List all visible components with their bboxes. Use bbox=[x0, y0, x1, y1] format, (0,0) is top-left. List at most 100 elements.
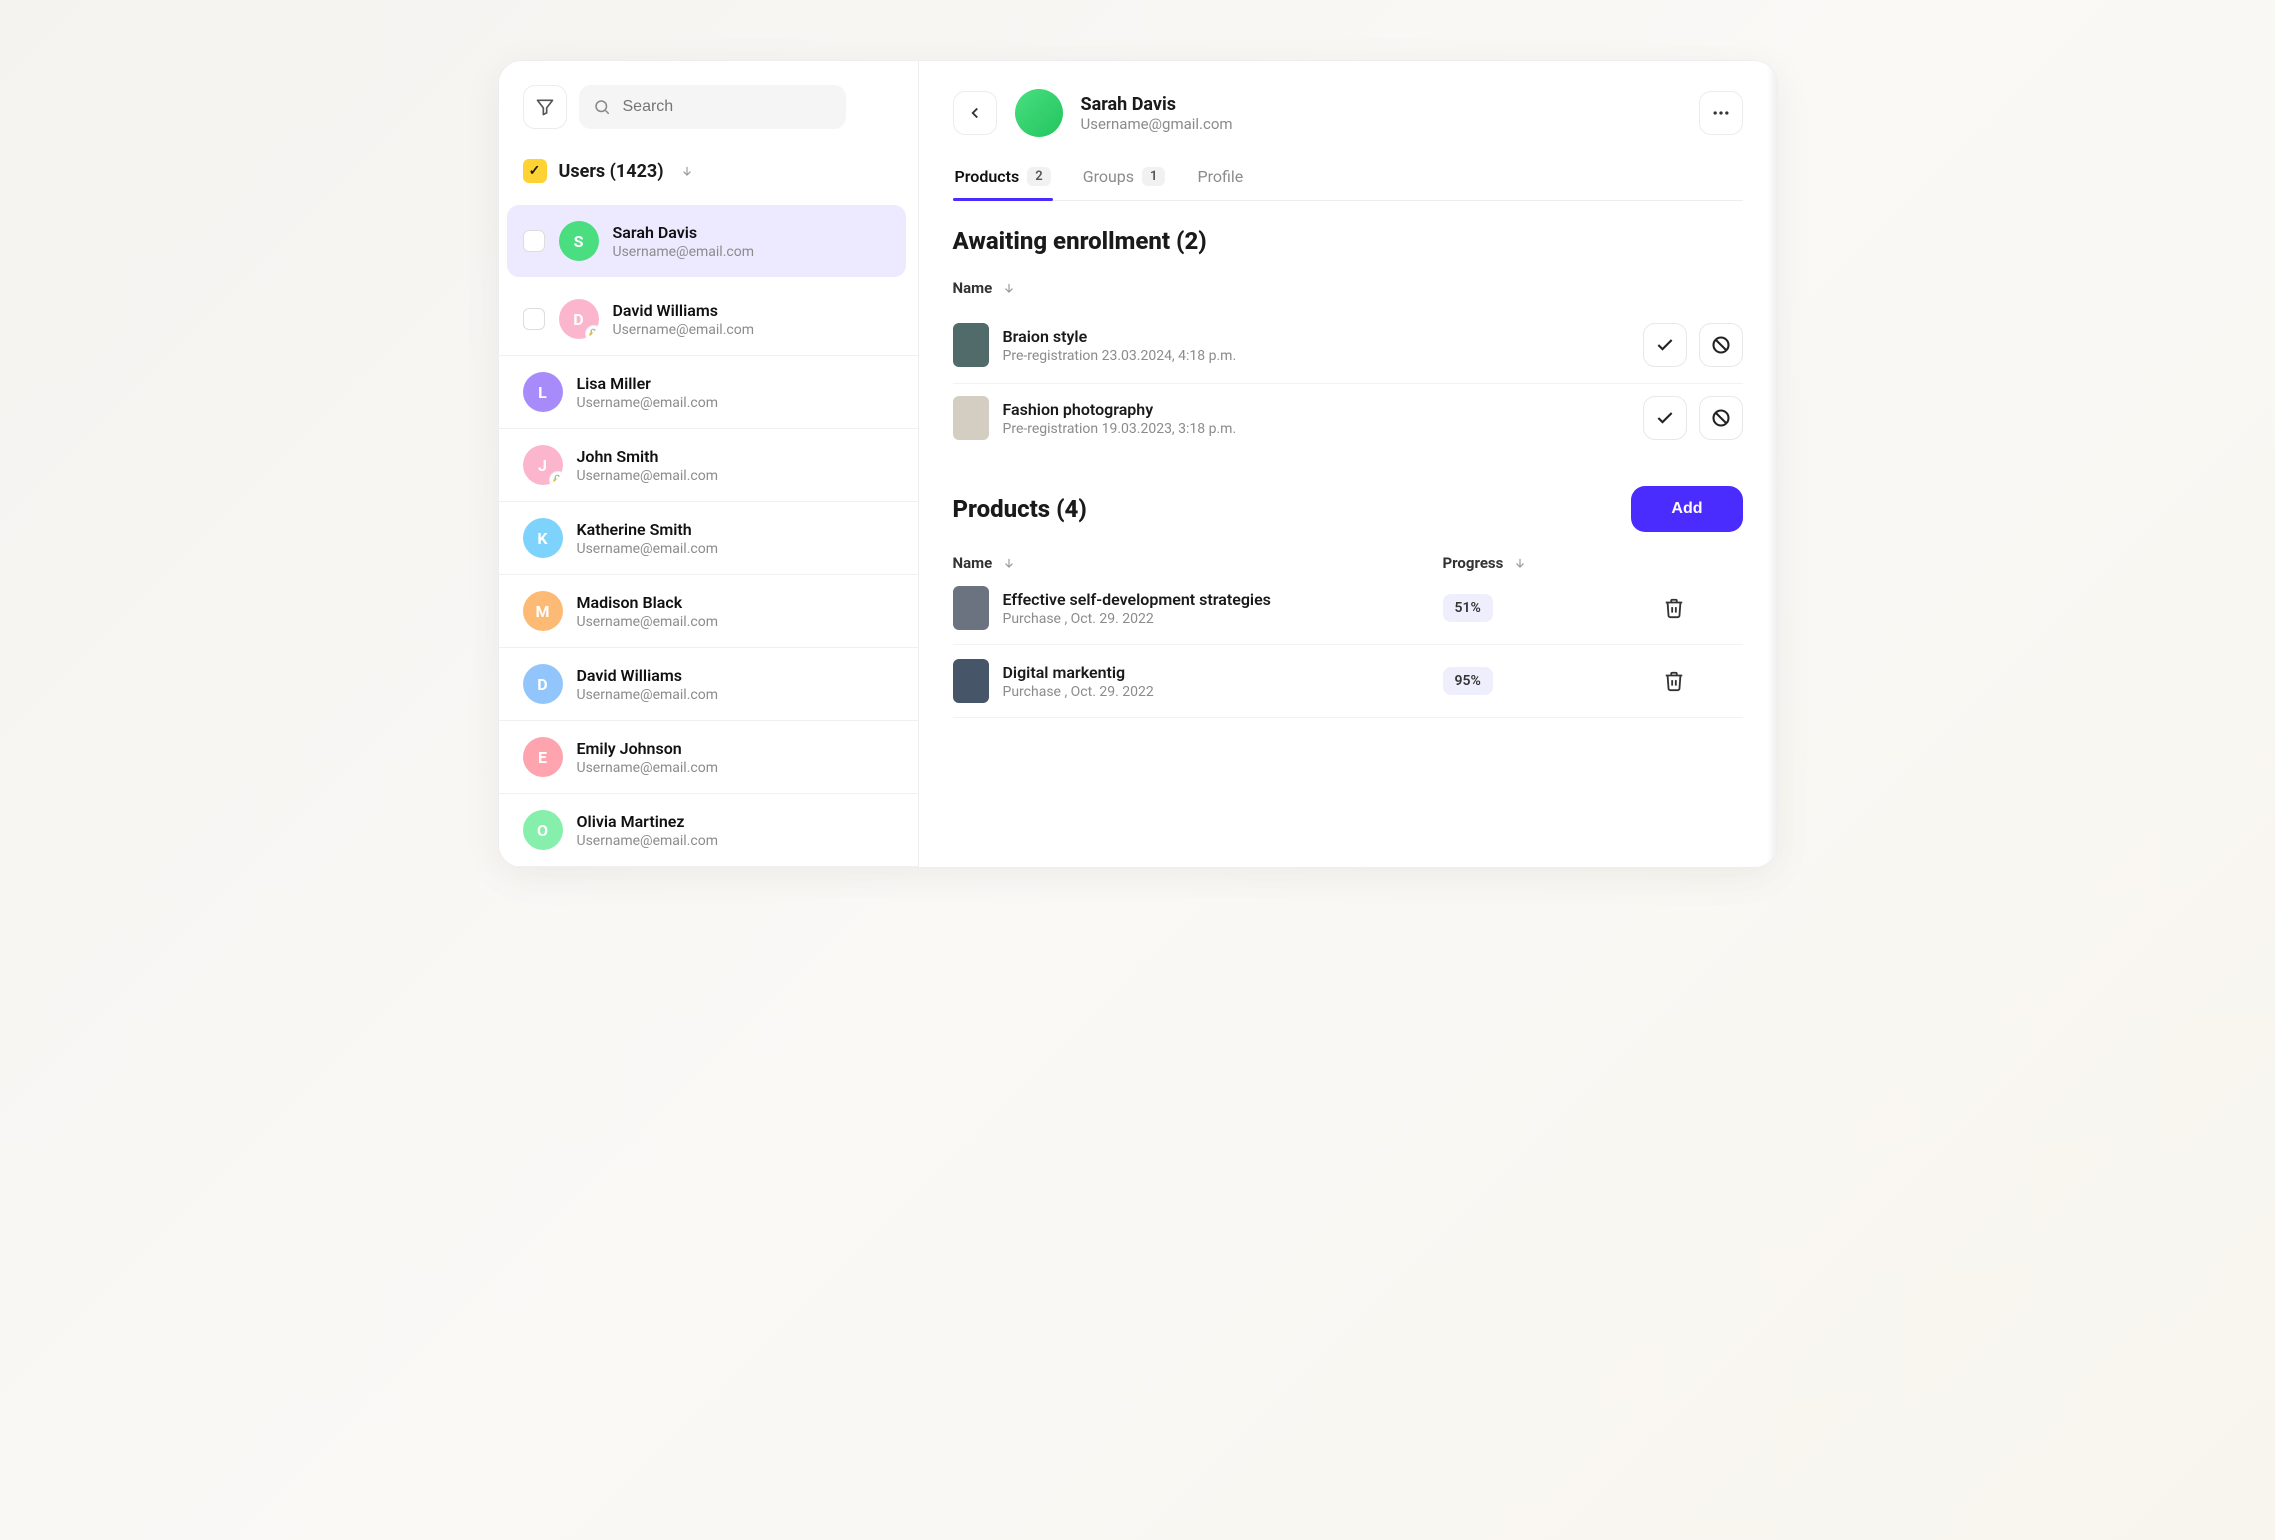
awaiting-row: Braion style Pre-registration 23.03.2024,… bbox=[953, 311, 1743, 384]
awaiting-title: Awaiting enrollment (2) bbox=[953, 227, 1743, 255]
trash-icon bbox=[1663, 597, 1743, 619]
product-thumbnail bbox=[953, 396, 989, 440]
products-list: Effective self-development strategies Pur… bbox=[953, 572, 1743, 718]
user-avatar: J🔒 bbox=[523, 445, 563, 485]
product-subtext: Purchase , Oct. 29. 2022 bbox=[1003, 684, 1154, 700]
user-name: Katherine Smith bbox=[577, 520, 719, 539]
delete-product-button[interactable] bbox=[1663, 670, 1743, 692]
users-sort-icon[interactable] bbox=[680, 164, 694, 178]
reject-button[interactable] bbox=[1699, 396, 1743, 440]
back-button[interactable] bbox=[953, 91, 997, 135]
user-list-item[interactable]: K Katherine Smith Username@email.com bbox=[499, 502, 918, 575]
filter-button[interactable] bbox=[523, 85, 567, 129]
user-checkbox[interactable] bbox=[523, 230, 545, 252]
user-text: Emily JohnsonUsername@email.com bbox=[577, 739, 719, 776]
check-icon bbox=[1655, 408, 1675, 428]
product-subtext: Pre-registration 19.03.2023, 3:18 p.m. bbox=[1003, 421, 1237, 437]
awaiting-row: Fashion photographyPre-registration 19.0… bbox=[953, 384, 1743, 456]
products-column-headers: Name Progress bbox=[953, 554, 1743, 572]
products-title: Products (4) bbox=[953, 495, 1087, 523]
reject-button[interactable] bbox=[1699, 323, 1743, 367]
tab-profile[interactable]: Profile bbox=[1195, 157, 1245, 200]
user-email: Username@email.com bbox=[613, 244, 755, 260]
profile-email: Username@gmail.com bbox=[1081, 115, 1233, 133]
more-button[interactable] bbox=[1699, 91, 1743, 135]
user-name: David Williams bbox=[613, 301, 755, 320]
sidebar: ✓ Users (1423) S Sarah Davis Username@emai… bbox=[499, 61, 919, 867]
product-left: Effective self-development strategiesPur… bbox=[953, 586, 1423, 630]
user-avatar: E bbox=[523, 737, 563, 777]
user-email: Username@email.com bbox=[577, 395, 719, 411]
user-avatar: S bbox=[559, 221, 599, 261]
chevron-left-icon bbox=[966, 104, 984, 122]
user-avatar: D bbox=[523, 664, 563, 704]
product-name: Effective self-development strategies bbox=[1003, 590, 1271, 609]
users-title: Users (1423) bbox=[559, 161, 664, 182]
lock-icon: 🔒 bbox=[549, 471, 563, 485]
product-left: Digital markentigPurchase , Oct. 29. 202… bbox=[953, 659, 1423, 703]
user-list-item[interactable]: O Olivia Martinez Username@email.com bbox=[499, 794, 918, 867]
products-name-column-header[interactable]: Name bbox=[953, 554, 1423, 572]
product-name: Braion style bbox=[1003, 327, 1237, 346]
products-header: Products (4) Add bbox=[953, 486, 1743, 532]
user-email: Username@email.com bbox=[577, 541, 719, 557]
approve-button[interactable] bbox=[1643, 323, 1687, 367]
user-list-item[interactable]: J🔒 John SmithUsername@email.com bbox=[499, 429, 918, 502]
user-list-item[interactable]: MMadison BlackUsername@email.com bbox=[499, 575, 918, 648]
user-name: Olivia Martinez bbox=[577, 812, 719, 831]
product-thumbnail bbox=[953, 659, 989, 703]
check-icon bbox=[1655, 335, 1675, 355]
sort-icon bbox=[1513, 556, 1527, 570]
awaiting-actions bbox=[1643, 323, 1743, 367]
user-name: Lisa Miller bbox=[577, 374, 719, 393]
awaiting-name-column-header[interactable]: Name bbox=[953, 279, 1743, 297]
more-horizontal-icon bbox=[1711, 103, 1731, 123]
user-avatar: O bbox=[523, 810, 563, 850]
approve-button[interactable] bbox=[1643, 396, 1687, 440]
user-list-item[interactable]: DDavid WilliamsUsername@email.com bbox=[499, 648, 918, 721]
profile-avatar bbox=[1015, 89, 1063, 137]
user-text: Katherine Smith Username@email.com bbox=[577, 520, 719, 557]
tab-count-badge: 2 bbox=[1027, 167, 1050, 186]
user-text: John SmithUsername@email.com bbox=[577, 447, 719, 484]
search-input-wrap bbox=[579, 85, 894, 129]
user-list-item[interactable]: L Lisa Miller Username@email.com bbox=[499, 356, 918, 429]
delete-product-button[interactable] bbox=[1663, 597, 1743, 619]
product-text: Effective self-development strategiesPur… bbox=[1003, 590, 1271, 627]
user-email: Username@email.com bbox=[577, 833, 719, 849]
awaiting-text: Braion style Pre-registration 23.03.2024,… bbox=[1003, 327, 1237, 364]
tab-count-badge: 1 bbox=[1142, 167, 1165, 186]
avatar-initial: O bbox=[537, 821, 548, 840]
user-text: Lisa Miller Username@email.com bbox=[577, 374, 719, 411]
user-checkbox[interactable] bbox=[523, 308, 545, 330]
products-progress-column-header[interactable]: Progress bbox=[1443, 554, 1643, 572]
user-avatar: K bbox=[523, 518, 563, 558]
sort-icon bbox=[1002, 556, 1016, 570]
user-list-item[interactable]: E Emily JohnsonUsername@email.com bbox=[499, 721, 918, 794]
product-subtext: Pre-registration 23.03.2024, 4:18 p.m. bbox=[1003, 348, 1237, 364]
users-list: SSarah DavisUsername@email.comD🔒David Wi… bbox=[499, 205, 918, 867]
user-list-item[interactable]: D🔒 David Williams Username@email.com bbox=[499, 283, 918, 356]
user-avatar: M bbox=[523, 591, 563, 631]
add-product-button[interactable]: Add bbox=[1631, 486, 1742, 532]
product-progress-cell: 51% bbox=[1443, 594, 1643, 622]
avatar-initial: L bbox=[538, 383, 547, 402]
user-name: Sarah Davis bbox=[613, 223, 755, 242]
product-progress-cell: 95% bbox=[1443, 667, 1643, 695]
avatar-initial: D bbox=[537, 675, 547, 694]
users-master-checkbox[interactable]: ✓ bbox=[523, 159, 547, 183]
tab-label: Profile bbox=[1197, 167, 1243, 186]
tab-groups[interactable]: Groups1 bbox=[1081, 157, 1168, 200]
column-label: Progress bbox=[1443, 554, 1504, 572]
user-list-item[interactable]: S Sarah Davis Username@email.com bbox=[507, 205, 906, 277]
filter-icon bbox=[535, 97, 555, 117]
avatar-initial: S bbox=[574, 232, 584, 251]
search-input[interactable] bbox=[579, 85, 846, 129]
profile-name: Sarah Davis bbox=[1081, 94, 1233, 115]
user-avatar: D🔒 bbox=[559, 299, 599, 339]
user-email: Username@email.com bbox=[613, 322, 755, 338]
ban-icon bbox=[1711, 408, 1731, 428]
tab-products[interactable]: Products2 bbox=[953, 157, 1053, 200]
column-label: Name bbox=[953, 279, 993, 297]
product-row: Digital markentigPurchase , Oct. 29. 202… bbox=[953, 645, 1743, 718]
